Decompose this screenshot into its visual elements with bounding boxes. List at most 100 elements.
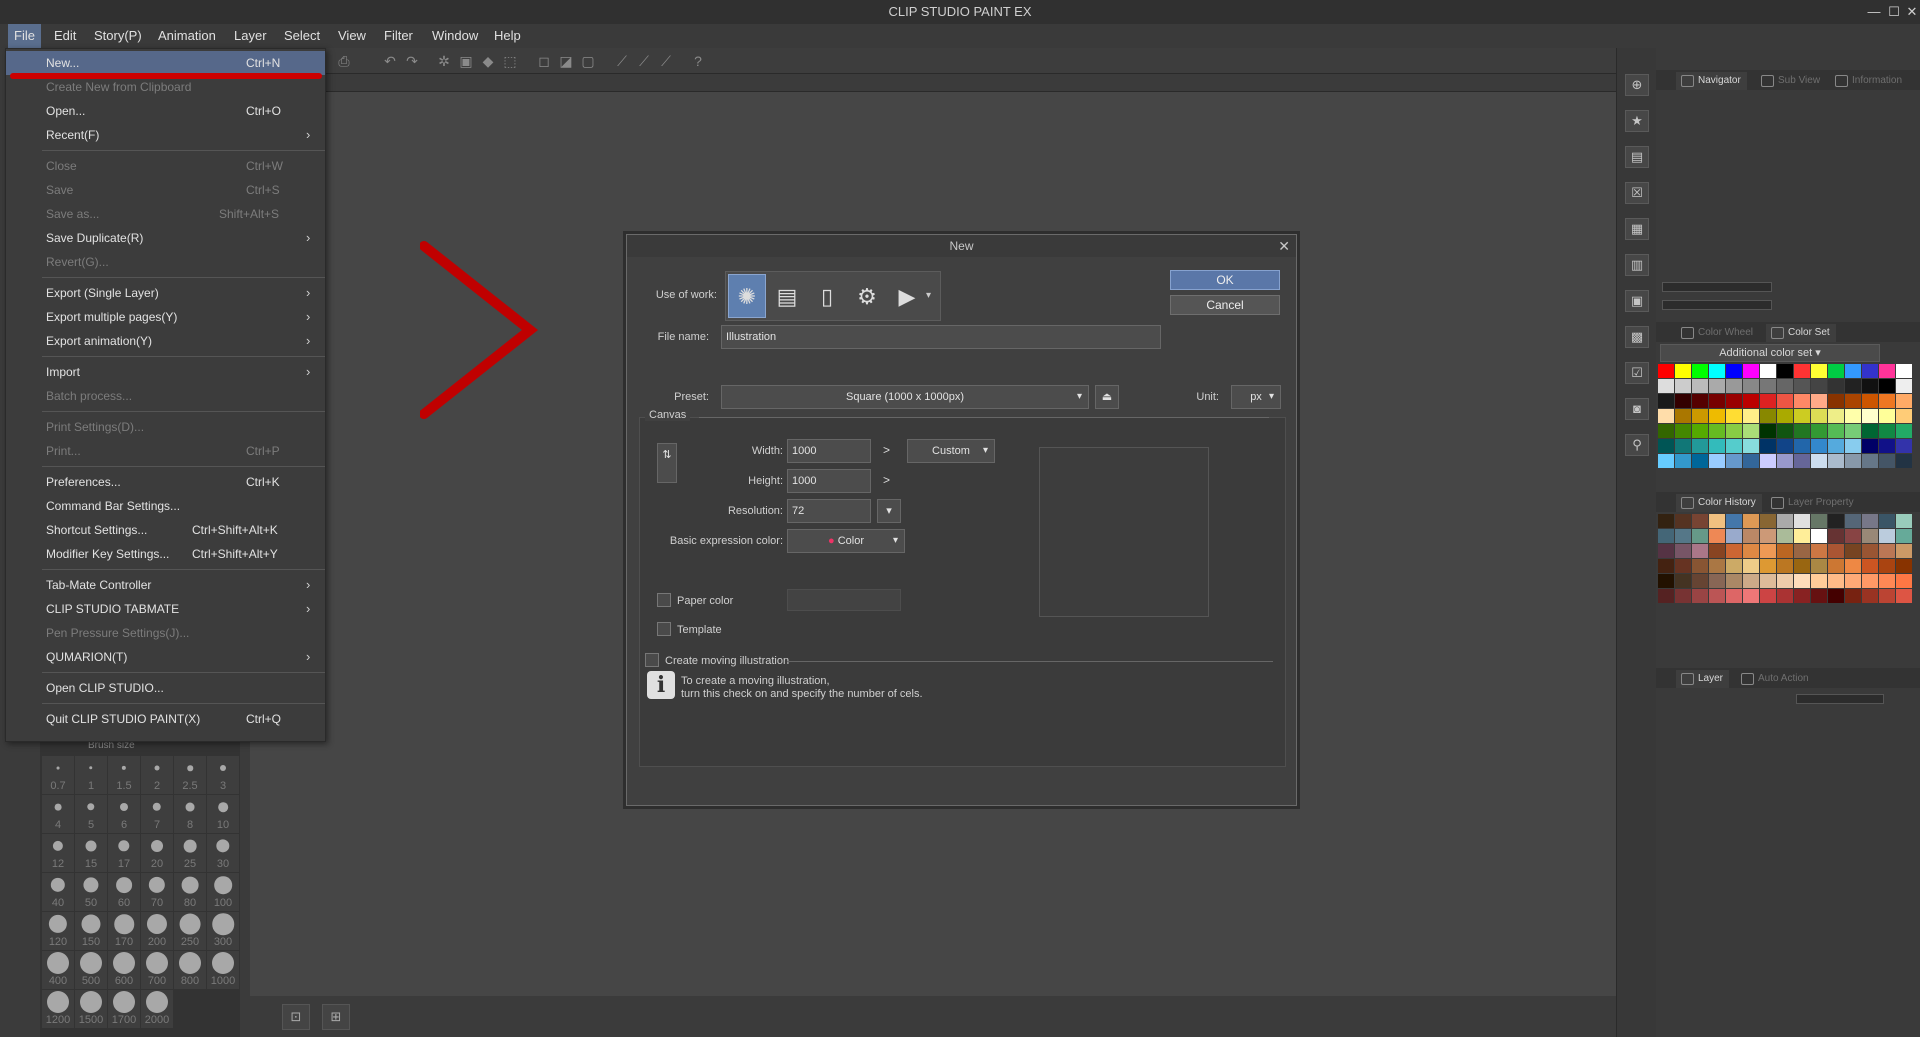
color-swatch[interactable] xyxy=(1675,439,1691,453)
help-icon[interactable]: ? xyxy=(690,53,706,69)
color-swatch[interactable] xyxy=(1675,424,1691,438)
clear-icon[interactable]: ✲ xyxy=(436,53,452,69)
color-swatch[interactable] xyxy=(1845,544,1861,558)
brush-size-cell[interactable]: 50 xyxy=(75,873,107,911)
brush-size-cell[interactable]: 170 xyxy=(108,912,140,950)
color-swatch[interactable] xyxy=(1692,409,1708,423)
search-material-icon[interactable]: ⊕ xyxy=(1625,74,1649,96)
color-swatch[interactable] xyxy=(1794,559,1810,573)
file-menu-item[interactable]: Modifier Key Settings... Ctrl+Shift+Alt+Y xyxy=(6,542,325,566)
tab-color-set[interactable]: Color Set xyxy=(1766,324,1836,342)
color-swatch[interactable] xyxy=(1794,544,1810,558)
file-menu-item[interactable]: Export animation(Y) › xyxy=(6,329,325,353)
color-swatch[interactable] xyxy=(1777,559,1793,573)
ok-button[interactable]: OK xyxy=(1170,270,1280,290)
color-swatch[interactable] xyxy=(1726,544,1742,558)
color-swatch[interactable] xyxy=(1862,409,1878,423)
brush-size-cell[interactable]: 5 xyxy=(75,795,107,833)
color-swatch[interactable] xyxy=(1828,364,1844,378)
color-swatch[interactable] xyxy=(1811,364,1827,378)
color-swatch[interactable] xyxy=(1709,379,1725,393)
color-swatch[interactable] xyxy=(1692,544,1708,558)
material-figure-icon[interactable]: ⚲ xyxy=(1625,434,1649,456)
color-swatch[interactable] xyxy=(1692,379,1708,393)
fill-icon[interactable]: ◆ xyxy=(480,53,496,69)
brush-size-cell[interactable]: 150 xyxy=(75,912,107,950)
color-swatch[interactable] xyxy=(1845,409,1861,423)
color-swatch[interactable] xyxy=(1845,574,1861,588)
color-swatch[interactable] xyxy=(1658,439,1674,453)
comic-icon[interactable]: ▯ xyxy=(808,274,846,318)
color-swatch[interactable] xyxy=(1879,574,1895,588)
rotate-slider[interactable] xyxy=(1662,300,1772,310)
fit-canvas-icon[interactable]: ⊡ xyxy=(282,1004,310,1030)
brush-size-cell[interactable]: 250 xyxy=(174,912,206,950)
menu-file[interactable]: File xyxy=(8,24,41,48)
color-swatch[interactable] xyxy=(1862,544,1878,558)
color-swatch[interactable] xyxy=(1726,364,1742,378)
brush-size-cell[interactable]: 70 xyxy=(141,873,173,911)
color-swatch[interactable] xyxy=(1726,439,1742,453)
color-swatch[interactable] xyxy=(1726,424,1742,438)
file-menu-item[interactable]: Command Bar Settings... xyxy=(6,494,325,518)
color-swatch[interactable] xyxy=(1692,424,1708,438)
color-swatch[interactable] xyxy=(1760,409,1776,423)
basic-color-select[interactable]: ● Color ▾ xyxy=(787,529,905,553)
color-swatch[interactable] xyxy=(1896,589,1912,603)
color-swatch[interactable] xyxy=(1675,559,1691,573)
brush-size-cell[interactable]: 0.7 xyxy=(42,756,74,794)
color-swatch[interactable] xyxy=(1692,574,1708,588)
color-swatch[interactable] xyxy=(1658,529,1674,543)
tab-color-wheel[interactable]: Color Wheel xyxy=(1676,324,1759,342)
preset-select[interactable]: Square (1000 x 1000px) ▾ xyxy=(721,385,1089,409)
color-swatch[interactable] xyxy=(1760,544,1776,558)
color-swatch[interactable] xyxy=(1777,529,1793,543)
file-menu-item[interactable]: Import › xyxy=(6,360,325,384)
invert-selection-icon[interactable]: ◪ xyxy=(558,53,574,69)
color-swatch[interactable] xyxy=(1845,364,1861,378)
material-image-icon[interactable]: ▤ xyxy=(1625,146,1649,168)
color-swatch[interactable] xyxy=(1777,574,1793,588)
color-swatch[interactable] xyxy=(1658,559,1674,573)
color-swatch[interactable] xyxy=(1709,409,1725,423)
brush-size-cell[interactable]: 25 xyxy=(174,834,206,872)
color-swatch[interactable] xyxy=(1692,454,1708,468)
color-swatch[interactable] xyxy=(1828,559,1844,573)
color-swatch[interactable] xyxy=(1879,544,1895,558)
brush-size-cell[interactable]: 400 xyxy=(42,951,74,989)
color-swatch[interactable] xyxy=(1862,394,1878,408)
color-swatch[interactable] xyxy=(1879,379,1895,393)
color-swatch[interactable] xyxy=(1777,514,1793,528)
menu-edit[interactable]: Edit xyxy=(48,24,82,48)
color-swatch[interactable] xyxy=(1828,454,1844,468)
color-swatch[interactable] xyxy=(1896,409,1912,423)
brush-size-cell[interactable]: 10 xyxy=(207,795,239,833)
opacity-slider[interactable] xyxy=(1796,694,1884,704)
color-swatch[interactable] xyxy=(1658,574,1674,588)
color-swatch[interactable] xyxy=(1896,574,1912,588)
dialog-close-icon[interactable]: ✕ xyxy=(1278,235,1290,257)
brush-size-cell[interactable]: 2.5 xyxy=(174,756,206,794)
width-chevron-icon[interactable]: > xyxy=(883,443,890,457)
color-swatch[interactable] xyxy=(1896,529,1912,543)
color-swatch[interactable] xyxy=(1845,439,1861,453)
tab-sub-view[interactable]: Sub View xyxy=(1756,72,1826,90)
brush-size-cell[interactable]: 17 xyxy=(108,834,140,872)
color-swatch[interactable] xyxy=(1828,409,1844,423)
color-swatch[interactable] xyxy=(1777,394,1793,408)
color-swatch[interactable] xyxy=(1726,514,1742,528)
color-swatch[interactable] xyxy=(1709,439,1725,453)
size-template-select[interactable]: Custom ▾ xyxy=(907,439,995,463)
color-swatch[interactable] xyxy=(1794,589,1810,603)
color-swatch[interactable] xyxy=(1862,439,1878,453)
color-swatch[interactable] xyxy=(1896,559,1912,573)
show-all-settings-icon[interactable]: ⚙ xyxy=(848,274,886,318)
color-swatch[interactable] xyxy=(1726,454,1742,468)
menu-filter[interactable]: Filter xyxy=(378,24,419,48)
color-swatch[interactable] xyxy=(1760,379,1776,393)
file-menu-item[interactable]: Tab-Mate Controller › xyxy=(6,573,325,597)
paper-color-checkbox[interactable] xyxy=(657,593,671,607)
color-swatch[interactable] xyxy=(1879,394,1895,408)
color-swatch[interactable] xyxy=(1760,559,1776,573)
color-swatch[interactable] xyxy=(1811,544,1827,558)
